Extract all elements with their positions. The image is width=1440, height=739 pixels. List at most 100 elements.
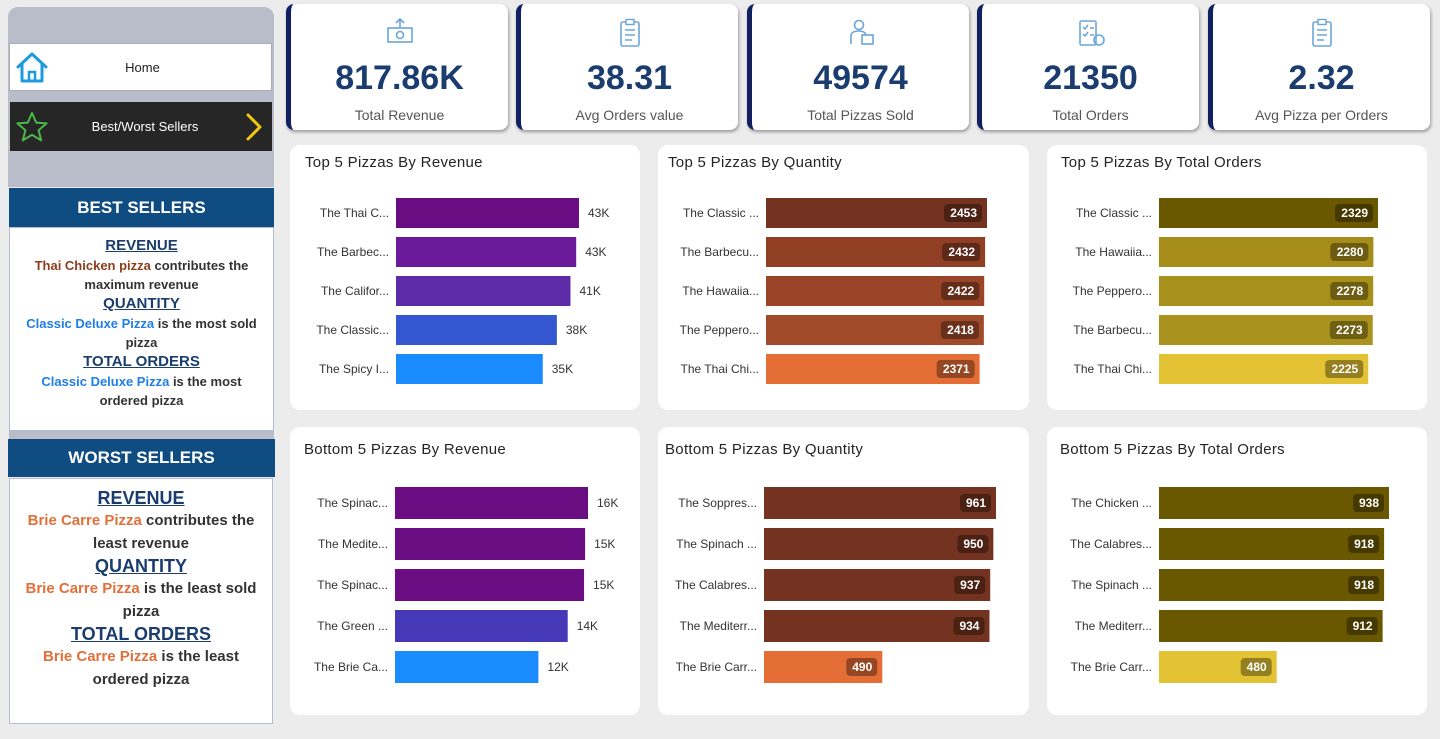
nav-best-worst-button[interactable]: Best/Worst Sellers bbox=[10, 102, 272, 151]
data-label: 2432 bbox=[948, 245, 975, 259]
data-label: 934 bbox=[959, 619, 979, 633]
data-label: 43K bbox=[585, 245, 606, 259]
bar bbox=[396, 276, 571, 306]
kpi-card-avg-order-value: 38.31 Avg Orders value bbox=[516, 4, 738, 130]
nav-home-label: Home bbox=[125, 59, 160, 75]
kpi-value: 49574 bbox=[813, 59, 908, 97]
data-label: 2422 bbox=[948, 284, 975, 298]
data-label: 38K bbox=[566, 323, 587, 337]
best-revenue-heading: REVENUE bbox=[105, 237, 178, 254]
data-label: 41K bbox=[579, 284, 600, 298]
category-label: The Calabres... bbox=[675, 578, 757, 592]
data-label: 918 bbox=[1354, 537, 1374, 551]
nav-best-worst-label: Best/Worst Sellers bbox=[91, 119, 199, 134]
category-label: The Classic... bbox=[316, 323, 389, 337]
data-label: 14K bbox=[577, 619, 598, 633]
data-label: 2280 bbox=[1337, 245, 1364, 259]
bar-chart: The Spinac... 16K The Medite... 15K The Spin… bbox=[314, 487, 618, 683]
category-label: The Spinach ... bbox=[676, 537, 757, 551]
category-label: The Mediterr... bbox=[680, 619, 757, 633]
category-label: The Hawaiia... bbox=[1075, 245, 1152, 259]
data-label: 2278 bbox=[1337, 284, 1364, 298]
bar-chart: The Chicken ... 938 The Calabres... 918 The … bbox=[1070, 487, 1389, 683]
best-quantity-heading: QUANTITY bbox=[103, 295, 180, 312]
clipboard-icon bbox=[521, 18, 738, 48]
best-sellers-heading: BEST SELLERS bbox=[9, 188, 274, 227]
worst-sellers-panel: REVENUE Brie Carre Pizza contributes the… bbox=[9, 478, 273, 724]
data-label: 43K bbox=[588, 206, 609, 220]
category-label: The Classic ... bbox=[1076, 206, 1152, 220]
best-revenue-text: Thai Chicken pizza contributes the maxim… bbox=[34, 258, 249, 292]
data-label: 938 bbox=[1359, 496, 1379, 510]
kpi-label: Avg Orders value bbox=[575, 107, 684, 123]
data-label: 2418 bbox=[947, 323, 974, 337]
category-label: The Thai C... bbox=[320, 206, 389, 220]
category-label: The Barbecu... bbox=[1073, 323, 1152, 337]
chart-top5-quantity: Top 5 Pizzas By Quantity The Classic ...… bbox=[658, 145, 1029, 410]
chart-top5-revenue: Top 5 Pizzas By Revenue The Thai C... 43K… bbox=[290, 145, 640, 410]
category-label: The Peppero... bbox=[680, 323, 759, 337]
category-label: The Hawaiia... bbox=[682, 284, 759, 298]
bar bbox=[395, 528, 586, 560]
kpi-label: Total Orders bbox=[1052, 107, 1129, 123]
bar-chart: The Classic ... 2453 The Barbecu... 2432 The… bbox=[680, 198, 987, 384]
category-label: The Green ... bbox=[317, 619, 388, 633]
data-label: 961 bbox=[966, 496, 986, 510]
kpi-card-total-orders: 21350 Total Orders bbox=[977, 4, 1199, 130]
bar-chart: The Soppres... 961 The Spinach ... 950 The C… bbox=[675, 487, 996, 683]
kpi-value: 817.86K bbox=[335, 59, 464, 97]
data-label: 2225 bbox=[1332, 362, 1359, 376]
category-label: The Thai Chi... bbox=[1074, 362, 1152, 376]
data-label: 937 bbox=[960, 578, 980, 592]
category-label: The Mediterr... bbox=[1075, 619, 1152, 633]
data-label: 2453 bbox=[950, 206, 977, 220]
kpi-value: 2.32 bbox=[1288, 59, 1355, 97]
sidebar-divider bbox=[9, 431, 274, 439]
category-label: The Spinac... bbox=[317, 496, 388, 510]
kpi-value: 21350 bbox=[1043, 59, 1138, 97]
category-label: The Medite... bbox=[318, 537, 388, 551]
worst-quantity-text: Brie Carre Pizza is the least sold pizza bbox=[25, 580, 257, 620]
money-icon bbox=[291, 18, 508, 48]
nav-home-button[interactable]: Home bbox=[9, 43, 272, 91]
category-label: The Thai Chi... bbox=[681, 362, 759, 376]
category-label: The Spinach ... bbox=[1071, 578, 1152, 592]
chart-bottom5-orders: Bottom 5 Pizzas By Total Orders The Chic… bbox=[1047, 427, 1427, 715]
kpi-label: Total Pizzas Sold bbox=[807, 107, 914, 123]
category-label: The Soppres... bbox=[678, 496, 757, 510]
bar bbox=[395, 569, 585, 601]
best-sellers-panel: REVENUE Thai Chicken pizza contributes t… bbox=[9, 227, 274, 431]
category-label: The Classic ... bbox=[683, 206, 759, 220]
best-orders-text: Classic Deluxe Pizza is the most ordered… bbox=[41, 374, 242, 408]
chevron-right-icon bbox=[236, 102, 272, 151]
kpi-label: Avg Pizza per Orders bbox=[1255, 107, 1388, 123]
bar bbox=[396, 237, 577, 267]
category-label: The Barbec... bbox=[317, 245, 389, 259]
kpi-card-avg-pizza-per-order: 2.32 Avg Pizza per Orders bbox=[1208, 4, 1430, 130]
data-label: 15K bbox=[594, 537, 615, 551]
data-label: 2329 bbox=[1341, 206, 1368, 220]
data-label: 918 bbox=[1354, 578, 1374, 592]
bar bbox=[395, 651, 539, 683]
category-label: The Brie Ca... bbox=[314, 660, 388, 674]
best-quantity-text: Classic Deluxe Pizza is the most sold pi… bbox=[26, 316, 257, 350]
data-label: 912 bbox=[1353, 619, 1373, 633]
bar-chart: The Thai C... 43K The Barbec... 43K The Cali… bbox=[316, 198, 609, 384]
bar bbox=[396, 354, 543, 384]
data-label: 2273 bbox=[1336, 323, 1363, 337]
chart-bottom5-quantity: Bottom 5 Pizzas By Quantity The Soppres.… bbox=[658, 427, 1029, 715]
bar bbox=[396, 315, 557, 345]
kpi-label: Total Revenue bbox=[354, 107, 445, 123]
category-label: The Brie Carr... bbox=[1071, 660, 1152, 674]
bar bbox=[395, 487, 588, 519]
worst-revenue-text: Brie Carre Pizza contributes the least r… bbox=[27, 512, 255, 552]
category-label: The Califor... bbox=[321, 284, 389, 298]
best-orders-heading: TOTAL ORDERS bbox=[83, 353, 200, 370]
worst-sellers-heading: WORST SELLERS bbox=[8, 439, 275, 477]
data-label: 950 bbox=[963, 537, 983, 551]
data-label: 15K bbox=[593, 578, 614, 592]
category-label: The Barbecu... bbox=[680, 245, 759, 259]
category-label: The Spicy I... bbox=[319, 362, 389, 376]
worst-quantity-heading: QUANTITY bbox=[95, 556, 187, 576]
data-label: 35K bbox=[552, 362, 573, 376]
